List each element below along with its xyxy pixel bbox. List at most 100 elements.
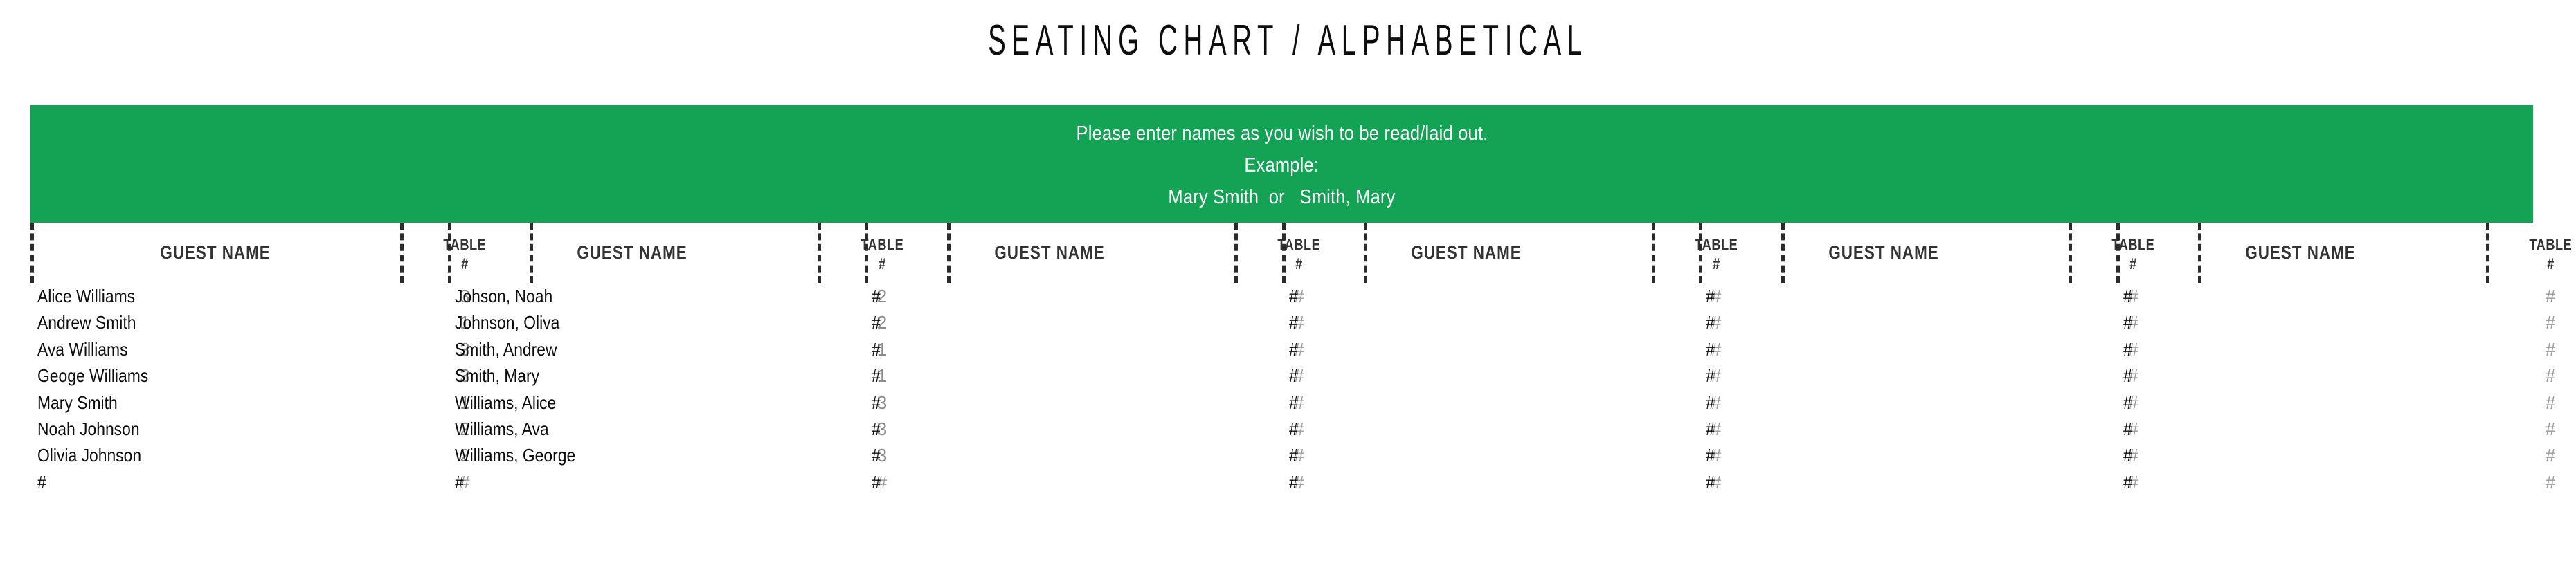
table-number-cell[interactable]: # [2509,469,2576,495]
guest-column-group-3: GUEST NAME TABLE # # # # # # # # # # # # # # # # # [865,223,1367,561]
guest-name-cell[interactable]: # [2123,389,2132,416]
guest-name-cell[interactable]: # [1706,309,1715,335]
table-row: Williams, George 3 [448,442,888,468]
guest-name-cell[interactable]: # [1289,416,1298,442]
table-row: Noah Johnson 2 [30,416,470,442]
guest-name-cell[interactable]: # [1706,416,1715,442]
table-row: # # [1282,336,1722,362]
table-row: # # [448,469,888,495]
column-header-table-number: TABLE # [2486,223,2576,284]
table-number-cell[interactable]: # [2509,362,2576,389]
guest-name-cell[interactable]: # [1706,469,1715,495]
table-number-cell[interactable]: # [2509,442,2576,468]
guest-name-cell[interactable]: Alice Williams [37,283,135,309]
guest-name-cell[interactable]: # [872,362,881,389]
column-header-guest-name-label: GUEST NAME [2245,242,2357,263]
table-row: # # [1699,283,2138,309]
guest-name-cell[interactable]: # [1289,362,1298,389]
guest-name-cell[interactable]: # [1706,283,1715,309]
guest-column-group-6: GUEST NAME TABLE # # # # # # # # # # # # # # # # # [2116,223,2571,561]
table-row: Ava Williams 3 [30,336,470,362]
guest-name-cell[interactable]: # [872,416,881,442]
table-row: # # [1282,389,1722,416]
column-rows: # # # # # # # # # # # # # # # # [1699,283,2138,495]
guest-name-cell[interactable]: # [872,442,881,468]
table-row: Smith, Mary 1 [448,362,888,389]
column-rows: Alice Williams 3 Andrew Smith 1 Ava Williams… [30,283,470,495]
table-row: Geoge Williams 3 [30,362,470,389]
guest-name-cell[interactable]: Olivia Johnson [37,442,141,468]
guest-name-cell[interactable]: # [1706,336,1715,362]
guest-name-cell[interactable]: # [37,469,46,495]
guest-name-cell[interactable]: # [872,336,881,362]
instruction-banner: Please enter names as you wish to be rea… [30,105,2533,223]
seating-chart-table: GUEST NAME TABLE # Alice Williams 3 Andrew Sm… [30,223,2571,561]
guest-name-cell[interactable]: Geoge Williams [37,362,148,389]
table-row: # # [2116,389,2556,416]
table-row: # # [1699,416,2138,442]
guest-name-cell[interactable]: # [1706,389,1715,416]
guest-name-cell[interactable]: # [2123,416,2132,442]
guest-name-cell[interactable]: # [872,309,881,335]
guest-name-cell[interactable]: # [2123,442,2132,468]
column-header-guest-name: GUEST NAME [448,223,818,283]
column-header-guest-name-label: GUEST NAME [1411,242,1522,263]
guest-name-cell[interactable]: # [872,389,881,416]
table-number-cell[interactable]: # [2509,283,2576,309]
guest-column-group-5: GUEST NAME TABLE # # # # # # # # # # # # # # # # # [1699,223,2201,561]
guest-name-cell[interactable]: # [2123,336,2132,362]
guest-name-cell[interactable]: # [1706,362,1715,389]
table-row: Williams, Alice 3 [448,389,888,416]
table-row: # # [2116,416,2556,442]
guest-name-cell[interactable]: Williams, George [455,442,575,468]
table-number-cell[interactable]: # [2509,389,2576,416]
table-row: Andrew Smith 1 [30,309,470,335]
guest-name-cell[interactable]: Johson, Noah [455,283,552,309]
guest-name-cell[interactable]: # [1706,442,1715,468]
table-row: Olivia Johnson 2 [30,442,470,468]
table-row: # # [2116,469,2556,495]
guest-column-group-1: GUEST NAME TABLE # Alice Williams 3 Andrew Sm… [30,223,533,561]
column-header-table-label: TABLE [2528,235,2572,253]
table-number-cell[interactable]: # [2509,336,2576,362]
table-row: # # [865,442,1304,468]
guest-name-cell[interactable]: Andrew Smith [37,309,136,335]
table-row: Smith, Andrew 1 [448,336,888,362]
guest-column-group-4: GUEST NAME TABLE # # # # # # # # # # # # # # # # # [1281,223,1785,561]
table-number-cell[interactable]: # [2509,309,2576,335]
guest-name-cell[interactable]: Mary Smith [37,389,118,416]
column-header-guest-name-label: GUEST NAME [160,242,271,263]
guest-name-cell[interactable]: # [1289,309,1298,335]
guest-name-cell[interactable]: # [2123,362,2132,389]
table-row: # # [865,469,1304,495]
guest-name-cell[interactable]: # [872,469,881,495]
guest-name-cell[interactable]: # [1289,389,1298,416]
table-row: # # [1282,469,1722,495]
guest-name-cell[interactable]: # [1289,442,1298,468]
guest-name-cell[interactable]: Smith, Andrew [455,336,557,362]
guest-name-cell[interactable]: Williams, Ava [455,416,549,442]
guest-name-cell[interactable]: Noah Johnson [37,416,140,442]
guest-name-cell[interactable]: Ava Williams [37,336,128,362]
guest-name-cell[interactable]: # [1289,283,1298,309]
column-rows: # # # # # # # # # # # # # # # # [865,283,1304,495]
guest-name-cell[interactable]: Williams, Alice [455,389,556,416]
table-row: Williams, Ava 3 [448,416,888,442]
column-header-guest-name: GUEST NAME [2116,223,2486,283]
guest-name-cell[interactable]: # [1289,336,1298,362]
guest-name-cell[interactable]: Smith, Mary [455,362,539,389]
table-row: # # [2116,309,2556,335]
table-number-cell[interactable]: # [2509,416,2576,442]
table-row: # # [865,336,1304,362]
table-row: # # [2116,283,2556,309]
guest-name-cell[interactable]: # [872,283,881,309]
guest-name-cell[interactable]: # [1289,469,1298,495]
guest-name-cell[interactable]: Johnson, Oliva [455,309,559,335]
table-row: # # [1282,442,1722,468]
guest-name-cell[interactable]: # [2123,283,2132,309]
guest-name-cell[interactable]: # [2123,309,2132,335]
guest-name-cell[interactable]: # [2123,469,2132,495]
column-rows: Johson, Noah 2 Johnson, Oliva 2 Smith, Andre… [448,283,888,495]
table-row: # # [30,469,470,495]
guest-name-cell[interactable]: # [455,469,464,495]
